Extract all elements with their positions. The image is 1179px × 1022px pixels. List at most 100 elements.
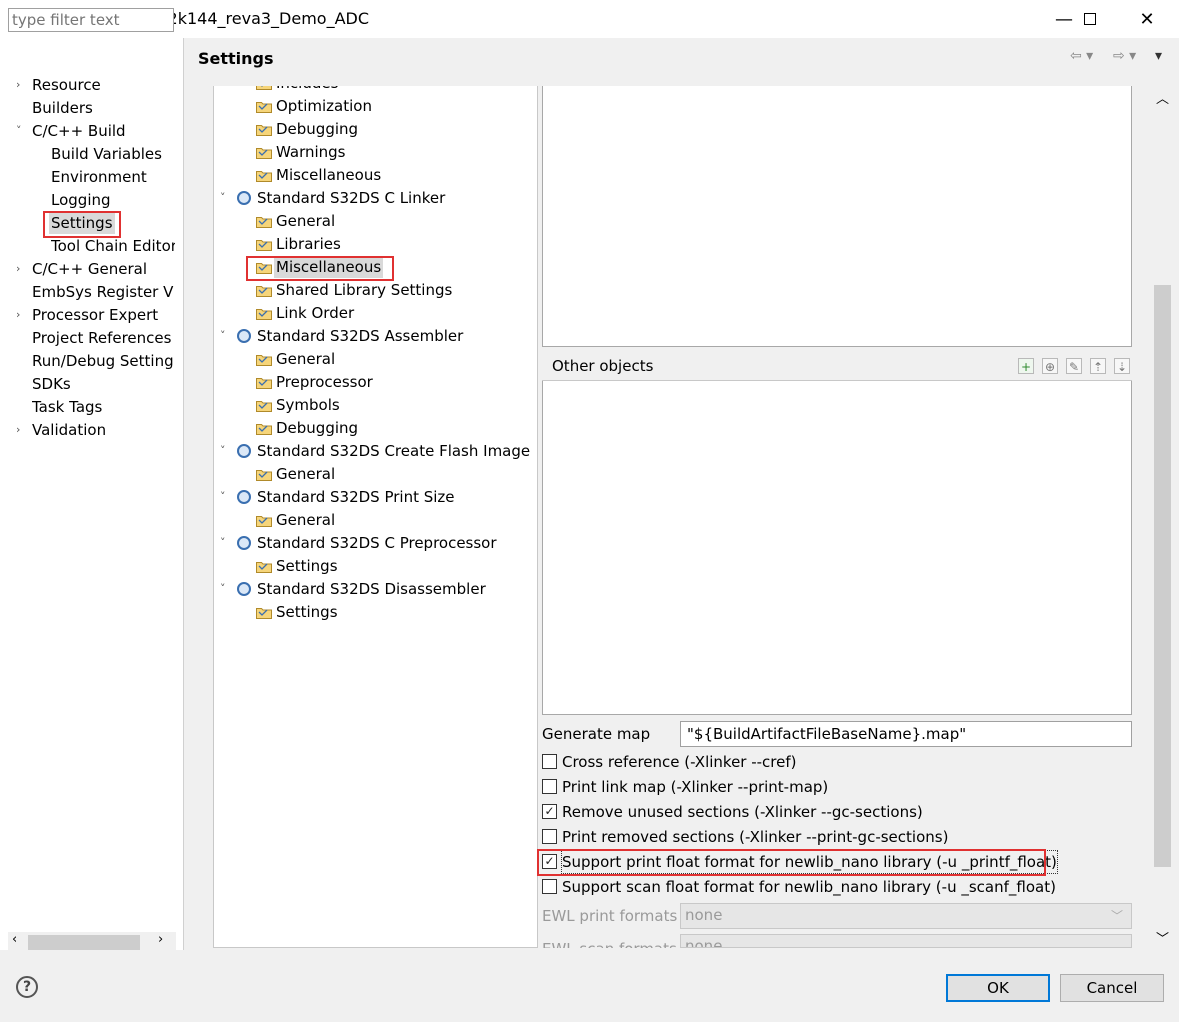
tree-item-preprocessor[interactable]: Preprocessor: [276, 371, 373, 393]
tree-item-general[interactable]: General: [276, 509, 335, 531]
maximize-button[interactable]: [1067, 0, 1113, 38]
tree-item-includes[interactable]: Includes: [276, 86, 338, 94]
checkbox-label: Support print float format for newlib_na…: [561, 850, 1058, 874]
maximize-icon: [1084, 13, 1096, 25]
filter-input[interactable]: [8, 8, 174, 32]
collapse-icon[interactable]: ˅: [220, 578, 226, 600]
checkbox-unchecked-icon[interactable]: [542, 754, 557, 769]
libraries-list[interactable]: [542, 86, 1132, 347]
folder-icon: [256, 309, 272, 320]
back-icon[interactable]: ⇦ ▾: [1070, 48, 1093, 64]
nav-item-environment[interactable]: Environment: [51, 166, 175, 188]
tree-item-general[interactable]: General: [276, 463, 335, 485]
close-button[interactable]: ✕: [1124, 0, 1170, 38]
tree-item-link-order[interactable]: Link Order: [276, 302, 354, 324]
cancel-button[interactable]: Cancel: [1060, 974, 1164, 1002]
nav-item-validation[interactable]: Validation: [32, 419, 174, 441]
nav-item-task-tags[interactable]: Task Tags: [32, 396, 174, 418]
tree-item-warnings[interactable]: Warnings: [276, 141, 346, 163]
scroll-left-icon[interactable]: ‹: [12, 932, 17, 947]
folder-icon: [256, 401, 272, 412]
generate-map-label: Generate map: [542, 725, 651, 743]
option-checkbox-row[interactable]: Support scan float format for newlib_nan…: [542, 876, 1132, 898]
nav-item-tool-chain-editor[interactable]: Tool Chain Editor: [51, 235, 175, 257]
folder-icon: [256, 516, 272, 527]
folder-icon: [256, 125, 272, 136]
add-icon[interactable]: +: [1018, 358, 1034, 374]
collapse-icon[interactable]: ˅: [220, 440, 226, 462]
chevron-down-icon: ﹀: [1110, 909, 1123, 923]
nav-item-run-debug-settings[interactable]: Run/Debug Settings: [32, 350, 174, 372]
ewl-print-formats-select: none ﹀: [680, 903, 1132, 929]
collapse-icon[interactable]: ˅: [220, 187, 226, 209]
tree-tool-standard-s32ds-print-size[interactable]: Standard S32DS Print Size: [257, 486, 455, 508]
ok-button[interactable]: OK: [946, 974, 1050, 1002]
view-menu-icon[interactable]: ▾: [1155, 48, 1162, 64]
tree-tool-standard-s32ds-c-preprocessor[interactable]: Standard S32DS C Preprocessor: [257, 532, 497, 554]
tree-item-optimization[interactable]: Optimization: [276, 95, 372, 117]
collapse-icon[interactable]: ˅: [220, 532, 226, 554]
tree-item-general[interactable]: General: [276, 210, 335, 232]
tree-item-settings[interactable]: Settings: [276, 601, 338, 623]
tree-item-miscellaneous[interactable]: Miscellaneous: [274, 256, 384, 278]
expand-icon[interactable]: ›: [16, 258, 20, 280]
option-checkbox-row[interactable]: ✓ Support print float format for newlib_n…: [542, 850, 1132, 874]
forward-icon[interactable]: ⇨ ▾: [1113, 48, 1136, 64]
checkbox-unchecked-icon[interactable]: [542, 879, 557, 894]
tree-item-debugging[interactable]: Debugging: [276, 417, 358, 439]
tree-item-settings[interactable]: Settings: [276, 555, 338, 577]
nav-item-builders[interactable]: Builders: [32, 97, 174, 119]
nav-item-build-variables[interactable]: Build Variables: [51, 143, 175, 165]
folder-icon: [256, 608, 272, 619]
option-checkbox-row[interactable]: Print link map (-Xlinker --print-map): [542, 776, 1132, 798]
option-checkbox-row[interactable]: Cross reference (-Xlinker --cref): [542, 751, 1132, 773]
tree-item-shared-library-settings[interactable]: Shared Library Settings: [276, 279, 452, 301]
tool-gear-icon: [237, 582, 251, 596]
other-objects-list[interactable]: [542, 353, 1132, 715]
move-down-icon[interactable]: ⇣: [1114, 358, 1130, 374]
tree-item-symbols[interactable]: Symbols: [276, 394, 340, 416]
tree-item-general[interactable]: General: [276, 348, 335, 370]
collapse-icon[interactable]: ˅: [220, 486, 226, 508]
tool-gear-icon: [237, 444, 251, 458]
expand-icon[interactable]: ›: [16, 419, 20, 441]
nav-item-logging[interactable]: Logging: [51, 189, 175, 211]
folder-icon: [256, 470, 272, 481]
tree-tool-standard-s32ds-assembler[interactable]: Standard S32DS Assembler: [257, 325, 463, 347]
tree-tool-standard-s32ds-create-flash-image[interactable]: Standard S32DS Create Flash Image: [257, 440, 530, 462]
options-scroll-thumb[interactable]: [1154, 285, 1171, 867]
collapse-icon[interactable]: ˅: [220, 325, 226, 347]
edit-icon[interactable]: ✎: [1066, 358, 1082, 374]
add-file-icon[interactable]: ⊕: [1042, 358, 1058, 374]
checkbox-unchecked-icon[interactable]: [542, 779, 557, 794]
tree-tool-standard-s32ds-disassembler[interactable]: Standard S32DS Disassembler: [257, 578, 486, 600]
nav-item-processor-expert[interactable]: Processor Expert: [32, 304, 174, 326]
expand-icon[interactable]: ›: [16, 304, 20, 326]
tree-item-miscellaneous[interactable]: Miscellaneous: [276, 164, 381, 186]
option-checkbox-row[interactable]: Print removed sections (-Xlinker --print…: [542, 826, 1132, 848]
checkbox-checked-icon[interactable]: ✓: [542, 854, 557, 869]
tree-item-debugging[interactable]: Debugging: [276, 118, 358, 140]
folder-icon: [256, 355, 272, 366]
nav-scroll-thumb[interactable]: [28, 935, 140, 950]
nav-item-settings[interactable]: Settings: [49, 212, 115, 234]
move-up-icon[interactable]: ⇡: [1090, 358, 1106, 374]
expand-icon[interactable]: ›: [16, 74, 20, 96]
generate-map-input[interactable]: [680, 721, 1132, 747]
scroll-down-icon[interactable]: ﹀: [1156, 928, 1169, 947]
checkbox-checked-icon[interactable]: ✓: [542, 804, 557, 819]
nav-item-c-c-build[interactable]: C/C++ Build: [32, 120, 174, 142]
nav-item-project-references[interactable]: Project References: [32, 327, 174, 349]
option-checkbox-row[interactable]: ✓ Remove unused sections (-Xlinker --gc-s…: [542, 801, 1132, 823]
checkbox-unchecked-icon[interactable]: [542, 829, 557, 844]
scroll-up-icon[interactable]: ︿: [1156, 88, 1169, 107]
tree-tool-standard-s32ds-c-linker[interactable]: Standard S32DS C Linker: [257, 187, 445, 209]
help-icon[interactable]: ?: [16, 976, 38, 998]
tree-item-libraries[interactable]: Libraries: [276, 233, 341, 255]
nav-item-resource[interactable]: Resource: [32, 74, 174, 96]
nav-item-embsys-register-vie[interactable]: EmbSys Register Vie: [32, 281, 174, 303]
nav-item-c-c-general[interactable]: C/C++ General: [32, 258, 174, 280]
scroll-right-icon[interactable]: ›: [158, 932, 163, 947]
collapse-icon[interactable]: ˅: [16, 120, 22, 142]
nav-item-sdks[interactable]: SDKs: [32, 373, 174, 395]
